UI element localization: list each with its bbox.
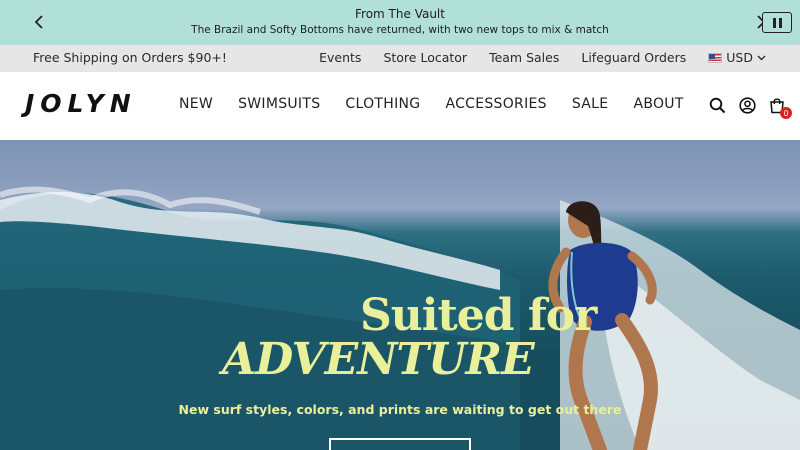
utility-link-lifeguard-orders[interactable]: Lifeguard Orders — [581, 50, 686, 65]
currency-label: USD — [726, 50, 753, 65]
utility-bar: Free Shipping on Orders $90+! Events Sto… — [0, 45, 800, 72]
hero-banner[interactable]: Suited for ADVENTURE New surf styles, co… — [0, 140, 800, 450]
search-icon — [709, 97, 725, 113]
announcement-bar: From The Vault The Brazil and Softy Bott… — [0, 0, 800, 45]
utility-link-store-locator[interactable]: Store Locator — [383, 50, 467, 65]
hero-headline-line2: ADVENTURE — [222, 334, 535, 385]
chevron-down-icon — [757, 55, 766, 60]
main-nav: NEW SWIMSUITS CLOTHING ACCESSORIES SALE … — [179, 96, 709, 112]
nav-item-about[interactable]: ABOUT — [633, 96, 683, 112]
header-icons: 0 — [698, 94, 792, 119]
nav-item-swimsuits[interactable]: SWIMSUITS — [238, 96, 320, 112]
free-shipping-notice: Free Shipping on Orders $90+! — [33, 50, 227, 65]
nav-item-sale[interactable]: SALE — [572, 96, 609, 112]
cart-count-badge: 0 — [780, 107, 792, 119]
nav-item-clothing[interactable]: CLOTHING — [345, 96, 420, 112]
account-icon — [738, 96, 756, 114]
nav-item-new[interactable]: NEW — [179, 96, 213, 112]
hero-tagline: New surf styles, colors, and prints are … — [178, 402, 622, 417]
cart-button[interactable]: 0 — [766, 94, 792, 119]
search-button[interactable] — [706, 94, 728, 116]
announcement-title[interactable]: From The Vault — [0, 7, 800, 21]
us-flag-icon — [708, 52, 723, 63]
nav-item-accessories[interactable]: ACCESSORIES — [445, 96, 546, 112]
utility-link-events[interactable]: Events — [319, 50, 361, 65]
hero-shop-button[interactable] — [329, 438, 471, 450]
main-header: JOLYN NEW SWIMSUITS CLOTHING ACCESSORIES… — [0, 72, 800, 140]
brand-logo[interactable]: JOLYN — [25, 89, 137, 118]
utility-links: Events Store Locator Team Sales Lifeguar… — [297, 50, 766, 65]
utility-link-team-sales[interactable]: Team Sales — [489, 50, 559, 65]
pause-icon-bar — [778, 17, 782, 28]
pause-icon — [772, 17, 776, 28]
pause-button[interactable] — [762, 12, 792, 33]
currency-selector[interactable]: USD — [708, 50, 766, 65]
announcement-subtitle[interactable]: The Brazil and Softy Bottoms have return… — [0, 24, 800, 36]
account-button[interactable] — [736, 94, 758, 116]
